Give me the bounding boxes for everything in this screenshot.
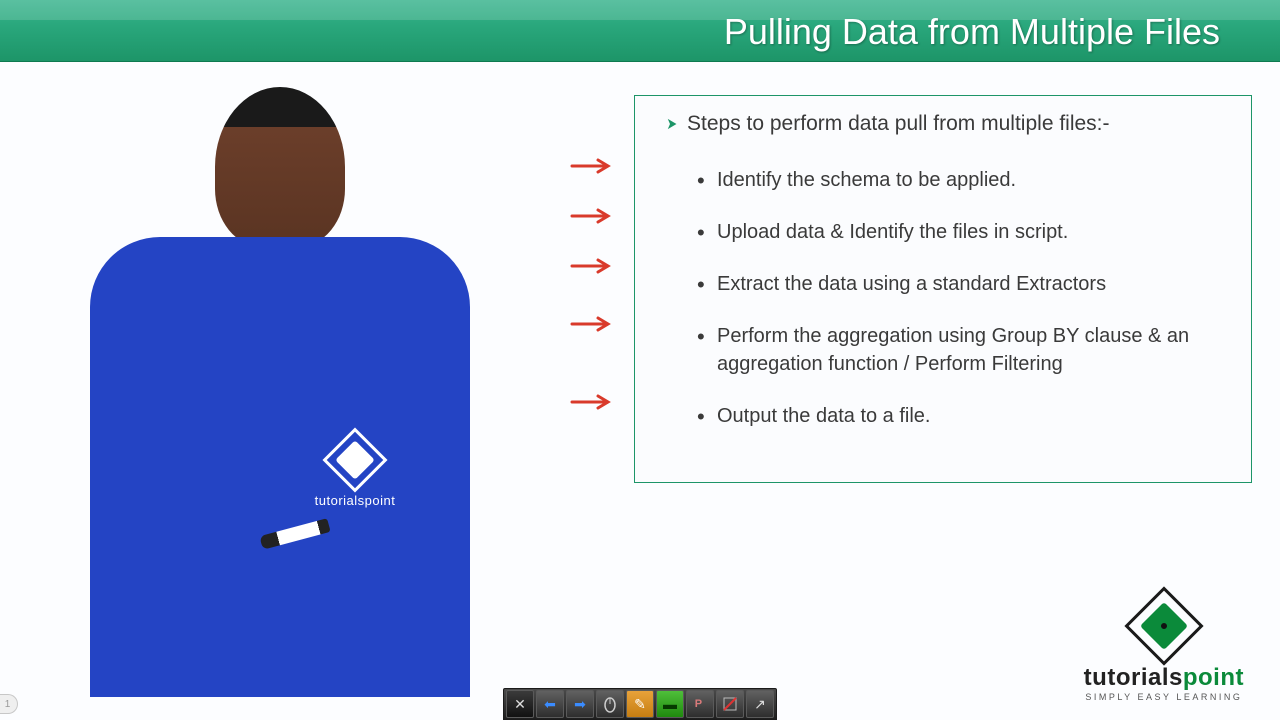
presenter-body: tutorialspoint [90,237,470,697]
arrow-icon [570,156,614,176]
page-indicator[interactable]: 1 [0,694,18,714]
presenter-figure: tutorialspoint [80,87,480,697]
step-item: Perform the aggregation using Group BY c… [665,310,1227,390]
presenter-head [215,87,345,247]
brand-logo: tutorialspoint SIMPLY EASY LEARNING [1084,598,1244,702]
arrow-right-icon[interactable]: ➡ [566,690,594,718]
step-item: Identify the schema to be applied. [665,154,1227,206]
slide-header: Pulling Data from Multiple Files [0,0,1280,62]
pen-icon[interactable]: ✎ [626,690,654,718]
step-item: Output the data to a file. [665,390,1227,442]
slide-title: Pulling Data from Multiple Files [724,11,1220,53]
shirt-logo-text: tutorialspoint [290,493,420,508]
arrow-left-icon[interactable]: ⬅ [536,690,564,718]
presenter-hands [260,527,360,567]
step-item: Extract the data using a standard Extrac… [665,258,1227,310]
slide-content: tutorialspoint Steps to perform data pul… [0,62,1280,720]
arrow-icon [570,206,614,226]
brand-name: tutorialspoint [1084,666,1244,690]
step-item: Upload data & Identify the files in scri… [665,206,1227,258]
arrow-icon [570,256,614,276]
marker-pen [259,518,330,550]
brand-tagline: SIMPLY EASY LEARNING [1084,692,1244,702]
shirt-logo: tutorialspoint [290,437,420,508]
diamond-icon [322,427,387,492]
mouse-icon[interactable] [596,690,624,718]
brand-name-accent: point [1183,664,1244,691]
pen-off-icon[interactable] [716,690,744,718]
presentation-toolbar: ✕ ⬅ ➡ ✎ ▬ P ↗ [503,688,777,720]
highlighter-icon[interactable]: ▬ [656,690,684,718]
arrow-icon [570,314,614,334]
steps-box: Steps to perform data pull from multiple… [634,95,1252,483]
close-icon[interactable]: ✕ [506,690,534,718]
ppt-icon[interactable]: P [686,690,714,718]
diamond-icon [1124,586,1203,665]
arrow-icon [570,392,614,412]
steps-heading: Steps to perform data pull from multiple… [665,112,1227,136]
share-icon[interactable]: ↗ [746,690,774,718]
brand-name-plain: tutorials [1084,664,1183,691]
annotation-arrows [570,156,614,442]
